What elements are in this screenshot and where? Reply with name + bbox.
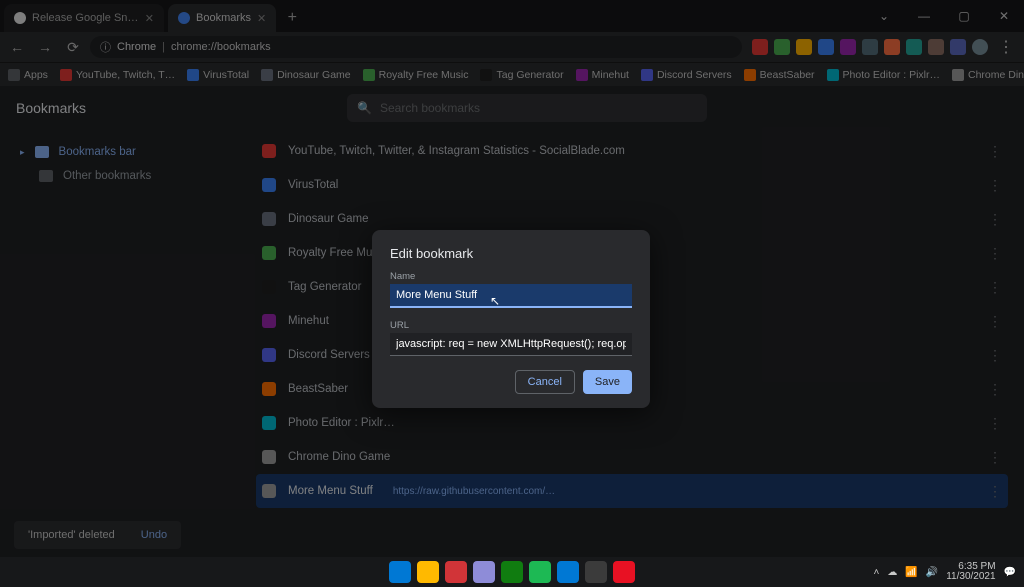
system-tray: ˄ ☁ 📶 🔊 6:35 PM 11/30/2021 💬: [873, 562, 1016, 583]
edit-bookmark-dialog: Edit bookmark Name URL Cancel Save: [372, 230, 650, 408]
taskbar-app-icon[interactable]: [445, 561, 467, 583]
taskbar-app-icon[interactable]: [417, 561, 439, 583]
url-label: URL: [390, 320, 632, 331]
tray-volume-icon[interactable]: 🔊: [926, 567, 938, 578]
cancel-button[interactable]: Cancel: [515, 370, 575, 394]
url-input[interactable]: [390, 333, 632, 356]
save-button[interactable]: Save: [583, 370, 632, 394]
tray-wifi-icon[interactable]: 📶: [905, 567, 917, 578]
notifications-icon[interactable]: 💬: [1004, 567, 1016, 578]
taskbar-clock[interactable]: 6:35 PM 11/30/2021: [946, 562, 995, 583]
name-input[interactable]: [390, 284, 632, 308]
clock-date: 11/30/2021: [946, 572, 995, 583]
name-label: Name: [390, 271, 632, 282]
taskbar-app-icon[interactable]: [501, 561, 523, 583]
taskbar-app-icon[interactable]: [557, 561, 579, 583]
taskbar-app-icon[interactable]: [529, 561, 551, 583]
taskbar-app-icon[interactable]: [473, 561, 495, 583]
taskbar-app-icon[interactable]: [389, 561, 411, 583]
taskbar-app-icon[interactable]: [613, 561, 635, 583]
tray-cloud-icon[interactable]: ☁: [887, 567, 897, 578]
dialog-title: Edit bookmark: [390, 246, 632, 261]
taskbar: ˄ ☁ 📶 🔊 6:35 PM 11/30/2021 💬: [0, 557, 1024, 587]
taskbar-app-icon[interactable]: [585, 561, 607, 583]
taskbar-center: [389, 561, 635, 583]
tray-chevron-icon[interactable]: ˄: [873, 567, 879, 578]
